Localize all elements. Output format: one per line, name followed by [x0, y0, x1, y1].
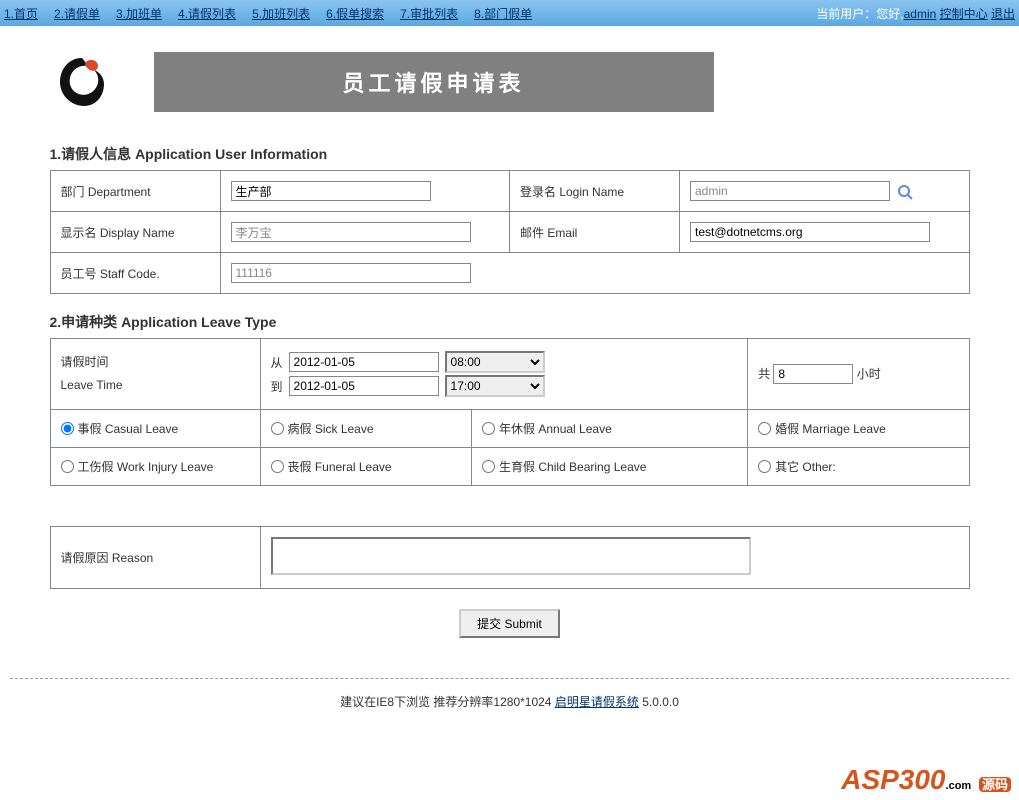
staff-input[interactable]: [231, 263, 471, 283]
radio-childbearing[interactable]: [482, 460, 495, 473]
dept-label: 部门 Department: [50, 171, 220, 212]
total-unit: 小时: [857, 367, 881, 381]
reason-textarea[interactable]: [271, 537, 751, 575]
footer-version: 5.0.0.0: [642, 695, 679, 709]
leave-type-table: 请假时间 Leave Time 从 08:00 到 17:00 共 小时: [50, 338, 970, 486]
submit-button[interactable]: 提交 Submit: [459, 609, 560, 638]
nav-leave-list[interactable]: 4.请假列表: [178, 5, 236, 22]
reason-table: 请假原因 Reason: [50, 526, 970, 589]
radio-funeral-label: 丧假 Funeral Leave: [288, 458, 392, 475]
from-date-input[interactable]: [289, 352, 439, 372]
footer: 建议在IE8下浏览 推荐分辨率1280*1024 启明星请假系统 5.0.0.0: [0, 693, 1019, 730]
leave-time-label1: 请假时间: [61, 351, 250, 374]
radio-casual-label: 事假 Casual Leave: [78, 420, 179, 437]
nav-dept-leave[interactable]: 8.部门假单: [474, 5, 532, 22]
radio-injury-label: 工伤假 Work Injury Leave: [78, 458, 214, 475]
user-info: 当前用户：您好,admin 控制中心 退出: [816, 5, 1015, 22]
from-label: 从: [271, 354, 283, 371]
total-label: 共: [758, 367, 770, 381]
radio-sick-label: 病假 Sick Leave: [288, 420, 374, 437]
radio-annual[interactable]: [482, 422, 495, 435]
radio-marriage-label: 婚假 Marriage Leave: [775, 420, 886, 437]
radio-other-label: 其它 Other:: [775, 458, 836, 475]
section1-head: 1.请假人信息 Application User Information: [50, 144, 970, 164]
nav-search[interactable]: 6.假单搜索: [326, 5, 384, 22]
leave-time-label2: Leave Time: [61, 374, 250, 397]
staff-label: 员工号 Staff Code.: [50, 253, 220, 294]
display-input[interactable]: [231, 222, 471, 242]
radio-injury[interactable]: [61, 460, 74, 473]
reason-label: 请假原因 Reason: [50, 527, 260, 589]
nav-overtime-list[interactable]: 5.加班列表: [252, 5, 310, 22]
login-label: 登录名 Login Name: [510, 171, 680, 212]
nav-overtime-form[interactable]: 3.加班单: [116, 5, 162, 22]
user-greeting: 当前用户：您好,: [816, 7, 903, 21]
radio-childbearing-label: 生育假 Child Bearing Leave: [499, 458, 646, 475]
nav-approve-list[interactable]: 7.审批列表: [400, 5, 458, 22]
footer-divider: [10, 678, 1009, 679]
section2-head: 2.申请种类 Application Leave Type: [50, 312, 970, 332]
radio-marriage[interactable]: [758, 422, 771, 435]
from-time-select[interactable]: 08:00: [445, 351, 545, 373]
radio-casual[interactable]: [61, 422, 74, 435]
search-icon[interactable]: [897, 184, 913, 200]
total-hours-input[interactable]: [773, 364, 853, 384]
asp300-logo: ASP300.com 源码: [841, 764, 1011, 796]
user-info-table: 部门 Department 登录名 Login Name 显示名 Display…: [50, 170, 970, 294]
topbar: 1.首页 2.请假单 3.加班单 4.请假列表 5.加班列表 6.假单搜索 7.…: [0, 0, 1019, 26]
logout-link[interactable]: 退出: [991, 7, 1015, 21]
logo-icon: [50, 50, 114, 114]
to-label: 到: [271, 378, 283, 395]
footer-text: 建议在IE8下浏览 推荐分辨率1280*1024: [340, 695, 551, 709]
user-name-link[interactable]: admin: [904, 7, 937, 21]
to-time-select[interactable]: 17:00: [445, 375, 545, 397]
email-input[interactable]: [690, 222, 930, 242]
nav: 1.首页 2.请假单 3.加班单 4.请假列表 5.加班列表 6.假单搜索 7.…: [4, 5, 532, 22]
footer-link[interactable]: 启明星请假系统: [555, 695, 639, 709]
radio-other[interactable]: [758, 460, 771, 473]
to-date-input[interactable]: [289, 376, 439, 396]
control-center-link[interactable]: 控制中心: [940, 7, 988, 21]
radio-annual-label: 年休假 Annual Leave: [499, 420, 612, 437]
nav-home[interactable]: 1.首页: [4, 5, 38, 22]
email-label: 邮件 Email: [510, 212, 680, 253]
content: 员工请假申请表 1.请假人信息 Application User Informa…: [50, 26, 970, 638]
login-input[interactable]: [690, 181, 890, 201]
dept-input[interactable]: [231, 181, 431, 201]
radio-funeral[interactable]: [271, 460, 284, 473]
display-label: 显示名 Display Name: [50, 212, 220, 253]
nav-leave-form[interactable]: 2.请假单: [54, 5, 100, 22]
radio-sick[interactable]: [271, 422, 284, 435]
page-title: 员工请假申请表: [154, 52, 714, 112]
